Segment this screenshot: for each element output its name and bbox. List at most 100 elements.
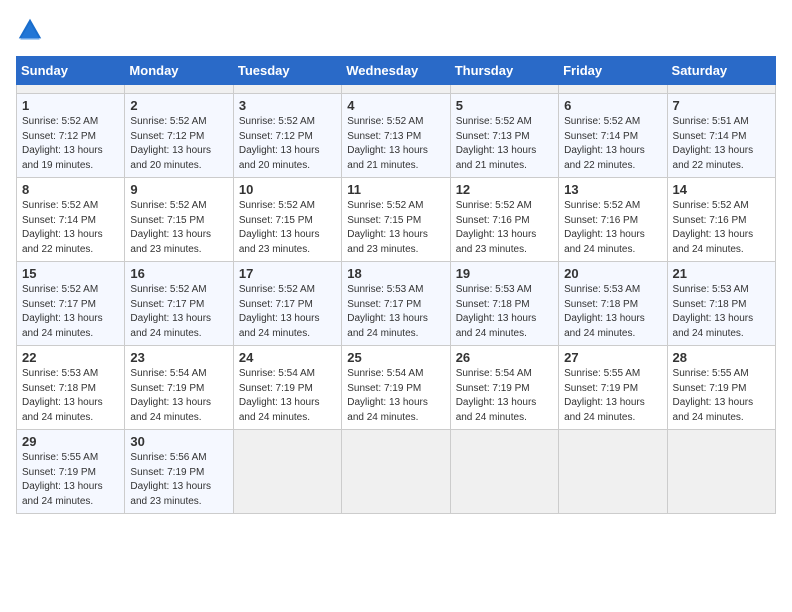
day-info: Sunrise: 5:55 AMSunset: 7:19 PMDaylight:… bbox=[673, 367, 770, 425]
calendar-cell: 3Sunrise: 5:52 AMSunset: 7:12 PMDaylight… bbox=[233, 94, 341, 178]
day-info: Sunrise: 5:53 AMSunset: 7:17 PMDaylight:… bbox=[347, 283, 444, 341]
day-info: Sunrise: 5:54 AMSunset: 7:19 PMDaylight:… bbox=[130, 367, 227, 425]
calendar-cell: 21 Sunrise: 5:53 AMSunset: 7:18 PMDayligh… bbox=[667, 262, 775, 346]
day-number: 26 bbox=[456, 350, 553, 365]
calendar-header-row: SundayMondayTuesdayWednesdayThursdayFrid… bbox=[17, 57, 776, 85]
calendar-cell: 26 Sunrise: 5:54 AMSunset: 7:19 PMDayligh… bbox=[450, 346, 558, 430]
calendar-cell: 22Sunrise: 5:53 AMSunset: 7:18 PMDayligh… bbox=[17, 346, 125, 430]
day-number: 14 bbox=[673, 182, 770, 197]
calendar-cell: 30 Sunrise: 5:56 AMSunset: 7:19 PMDayligh… bbox=[125, 430, 233, 514]
calendar-cell bbox=[559, 430, 667, 514]
day-number: 8 bbox=[22, 182, 119, 197]
day-number: 17 bbox=[239, 266, 336, 281]
calendar-cell: 19 Sunrise: 5:53 AMSunset: 7:18 PMDayligh… bbox=[450, 262, 558, 346]
calendar-cell: 28 Sunrise: 5:55 AMSunset: 7:19 PMDayligh… bbox=[667, 346, 775, 430]
calendar-cell bbox=[17, 85, 125, 94]
calendar-cell bbox=[233, 85, 341, 94]
calendar-header-tuesday: Tuesday bbox=[233, 57, 341, 85]
day-number: 23 bbox=[130, 350, 227, 365]
day-info: Sunrise: 5:52 AMSunset: 7:14 PMDaylight:… bbox=[22, 199, 119, 257]
day-info: Sunrise: 5:52 AMSunset: 7:13 PMDaylight:… bbox=[456, 115, 553, 173]
calendar-cell: 11 Sunrise: 5:52 AMSunset: 7:15 PMDayligh… bbox=[342, 178, 450, 262]
calendar-week-1 bbox=[17, 85, 776, 94]
calendar-cell: 1 Sunrise: 5:52 AMSunset: 7:12 PMDaylight… bbox=[17, 94, 125, 178]
day-info: Sunrise: 5:52 AMSunset: 7:12 PMDaylight:… bbox=[130, 115, 227, 173]
day-info: Sunrise: 5:54 AMSunset: 7:19 PMDaylight:… bbox=[239, 367, 336, 425]
calendar-week-4: 15 Sunrise: 5:52 AMSunset: 7:17 PMDayligh… bbox=[17, 262, 776, 346]
day-info: Sunrise: 5:52 AMSunset: 7:17 PMDaylight:… bbox=[239, 283, 336, 341]
day-number: 5 bbox=[456, 98, 553, 113]
day-number: 19 bbox=[456, 266, 553, 281]
day-info: Sunrise: 5:53 AMSunset: 7:18 PMDaylight:… bbox=[673, 283, 770, 341]
calendar-table: SundayMondayTuesdayWednesdayThursdayFrid… bbox=[16, 56, 776, 514]
calendar-header-monday: Monday bbox=[125, 57, 233, 85]
calendar-header-sunday: Sunday bbox=[17, 57, 125, 85]
calendar-cell: 27 Sunrise: 5:55 AMSunset: 7:19 PMDayligh… bbox=[559, 346, 667, 430]
calendar-cell: 25 Sunrise: 5:54 AMSunset: 7:19 PMDayligh… bbox=[342, 346, 450, 430]
calendar-header-wednesday: Wednesday bbox=[342, 57, 450, 85]
calendar-cell bbox=[342, 430, 450, 514]
day-number: 27 bbox=[564, 350, 661, 365]
day-info: Sunrise: 5:52 AMSunset: 7:16 PMDaylight:… bbox=[564, 199, 661, 257]
day-info: Sunrise: 5:53 AMSunset: 7:18 PMDaylight:… bbox=[456, 283, 553, 341]
day-info: Sunrise: 5:52 AMSunset: 7:15 PMDaylight:… bbox=[130, 199, 227, 257]
calendar-week-2: 1 Sunrise: 5:52 AMSunset: 7:12 PMDaylight… bbox=[17, 94, 776, 178]
calendar-cell bbox=[233, 430, 341, 514]
logo bbox=[16, 16, 48, 44]
day-number: 13 bbox=[564, 182, 661, 197]
calendar-cell bbox=[342, 85, 450, 94]
calendar-cell bbox=[667, 85, 775, 94]
day-info: Sunrise: 5:55 AMSunset: 7:19 PMDaylight:… bbox=[564, 367, 661, 425]
calendar-week-3: 8 Sunrise: 5:52 AMSunset: 7:14 PMDaylight… bbox=[17, 178, 776, 262]
day-info: Sunrise: 5:54 AMSunset: 7:19 PMDaylight:… bbox=[456, 367, 553, 425]
calendar-cell: 23 Sunrise: 5:54 AMSunset: 7:19 PMDayligh… bbox=[125, 346, 233, 430]
logo-icon bbox=[16, 16, 44, 44]
day-info: Sunrise: 5:53 AMSunset: 7:18 PMDaylight:… bbox=[22, 367, 119, 425]
day-info: Sunrise: 5:53 AMSunset: 7:18 PMDaylight:… bbox=[564, 283, 661, 341]
day-number: 4 bbox=[347, 98, 444, 113]
calendar-cell: 13 Sunrise: 5:52 AMSunset: 7:16 PMDayligh… bbox=[559, 178, 667, 262]
calendar-week-6: 29Sunrise: 5:55 AMSunset: 7:19 PMDayligh… bbox=[17, 430, 776, 514]
day-info: Sunrise: 5:52 AMSunset: 7:16 PMDaylight:… bbox=[456, 199, 553, 257]
day-number: 28 bbox=[673, 350, 770, 365]
calendar-week-5: 22Sunrise: 5:53 AMSunset: 7:18 PMDayligh… bbox=[17, 346, 776, 430]
day-info: Sunrise: 5:52 AMSunset: 7:17 PMDaylight:… bbox=[22, 283, 119, 341]
day-info: Sunrise: 5:55 AMSunset: 7:19 PMDaylight:… bbox=[22, 451, 119, 509]
calendar-cell: 15 Sunrise: 5:52 AMSunset: 7:17 PMDayligh… bbox=[17, 262, 125, 346]
day-info: Sunrise: 5:52 AMSunset: 7:12 PMDaylight:… bbox=[22, 115, 119, 173]
day-number: 2 bbox=[130, 98, 227, 113]
day-number: 21 bbox=[673, 266, 770, 281]
day-number: 11 bbox=[347, 182, 444, 197]
day-info: Sunrise: 5:52 AMSunset: 7:16 PMDaylight:… bbox=[673, 199, 770, 257]
day-number: 24 bbox=[239, 350, 336, 365]
day-number: 25 bbox=[347, 350, 444, 365]
day-number: 30 bbox=[130, 434, 227, 449]
calendar-cell: 6Sunrise: 5:52 AMSunset: 7:14 PMDaylight… bbox=[559, 94, 667, 178]
day-info: Sunrise: 5:52 AMSunset: 7:13 PMDaylight:… bbox=[347, 115, 444, 173]
calendar-cell: 24 Sunrise: 5:54 AMSunset: 7:19 PMDayligh… bbox=[233, 346, 341, 430]
day-info: Sunrise: 5:52 AMSunset: 7:15 PMDaylight:… bbox=[239, 199, 336, 257]
day-number: 1 bbox=[22, 98, 119, 113]
day-number: 18 bbox=[347, 266, 444, 281]
calendar-cell bbox=[559, 85, 667, 94]
day-number: 15 bbox=[22, 266, 119, 281]
calendar-cell: 20 Sunrise: 5:53 AMSunset: 7:18 PMDayligh… bbox=[559, 262, 667, 346]
day-number: 20 bbox=[564, 266, 661, 281]
calendar-cell: 5 Sunrise: 5:52 AMSunset: 7:13 PMDaylight… bbox=[450, 94, 558, 178]
calendar-cell: 7 Sunrise: 5:51 AMSunset: 7:14 PMDaylight… bbox=[667, 94, 775, 178]
calendar-cell: 8 Sunrise: 5:52 AMSunset: 7:14 PMDaylight… bbox=[17, 178, 125, 262]
calendar-cell: 29Sunrise: 5:55 AMSunset: 7:19 PMDayligh… bbox=[17, 430, 125, 514]
day-info: Sunrise: 5:52 AMSunset: 7:17 PMDaylight:… bbox=[130, 283, 227, 341]
day-info: Sunrise: 5:52 AMSunset: 7:12 PMDaylight:… bbox=[239, 115, 336, 173]
day-number: 7 bbox=[673, 98, 770, 113]
calendar-cell: 17 Sunrise: 5:52 AMSunset: 7:17 PMDayligh… bbox=[233, 262, 341, 346]
day-info: Sunrise: 5:52 AMSunset: 7:15 PMDaylight:… bbox=[347, 199, 444, 257]
day-info: Sunrise: 5:54 AMSunset: 7:19 PMDaylight:… bbox=[347, 367, 444, 425]
calendar-cell: 12Sunrise: 5:52 AMSunset: 7:16 PMDayligh… bbox=[450, 178, 558, 262]
page-header bbox=[16, 16, 776, 44]
day-info: Sunrise: 5:51 AMSunset: 7:14 PMDaylight:… bbox=[673, 115, 770, 173]
day-info: Sunrise: 5:56 AMSunset: 7:19 PMDaylight:… bbox=[130, 451, 227, 509]
calendar-cell: 18 Sunrise: 5:53 AMSunset: 7:17 PMDayligh… bbox=[342, 262, 450, 346]
calendar-cell bbox=[667, 430, 775, 514]
calendar-cell bbox=[450, 85, 558, 94]
